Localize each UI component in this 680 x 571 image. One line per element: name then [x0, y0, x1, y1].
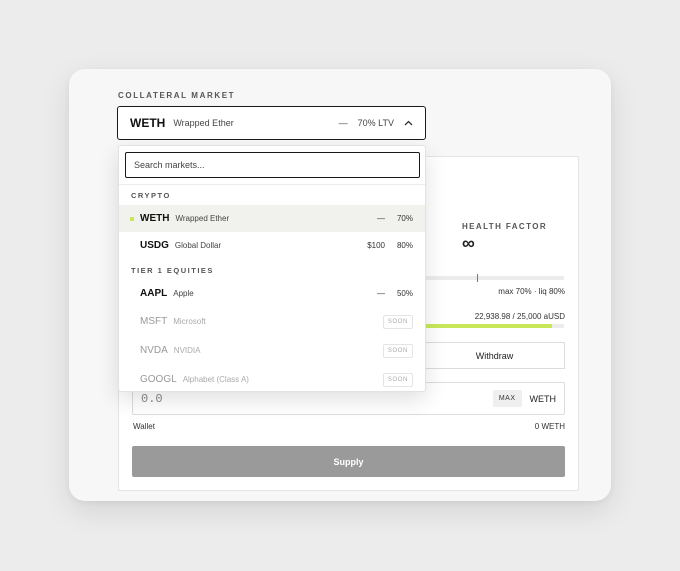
market-option-msft: MSFT Microsoft SOON — [119, 308, 425, 335]
wallet-label: Wallet — [133, 422, 155, 431]
amount-asset: WETH — [529, 393, 557, 404]
market-option-usdg[interactable]: USDG Global Dollar $100 80% — [119, 232, 425, 259]
borrow-limit-bar — [424, 324, 564, 328]
option-price: — — [377, 289, 385, 298]
supply-button[interactable]: Supply — [132, 446, 565, 477]
soon-badge: SOON — [382, 314, 413, 329]
option-symbol: USDG — [140, 240, 169, 251]
selected-market-ltv: 70% LTV — [357, 118, 394, 128]
search-markets-input[interactable]: Search markets... — [125, 152, 420, 178]
option-symbol: NVDA — [140, 345, 168, 356]
tab-withdraw[interactable]: Withdraw — [424, 342, 565, 369]
search-placeholder: Search markets... — [134, 160, 205, 170]
option-price: $100 — [367, 241, 385, 250]
option-name: Wrapped Ether — [175, 214, 230, 223]
chevron-up-icon[interactable] — [404, 118, 413, 129]
option-symbol: WETH — [140, 213, 170, 224]
soon-badge: SOON — [382, 343, 413, 358]
selected-market-price: — — [338, 118, 348, 128]
selected-market-name: Wrapped Ether — [173, 118, 234, 128]
group-label-tier1-equities: TIER 1 EQUITIES — [131, 266, 214, 275]
option-symbol: AAPL — [140, 288, 168, 299]
divider — [119, 184, 425, 185]
health-factor-value: ∞ — [462, 233, 475, 253]
option-price: — — [377, 214, 385, 223]
option-ltv: 50% — [396, 289, 413, 298]
square-dot-icon — [130, 216, 134, 221]
group-label-crypto: CRYPTO — [131, 191, 171, 200]
wallet-balance: 0 WETH — [534, 422, 565, 431]
soon-badge: SOON — [382, 372, 413, 387]
market-dropdown: Search markets... CRYPTO WETH Wrapped Et… — [118, 145, 426, 392]
market-option-weth[interactable]: WETH Wrapped Ether — 70% — [119, 205, 425, 232]
collateral-market-label: COLLATERAL MARKET — [118, 91, 236, 100]
selected-market-symbol: WETH — [130, 116, 166, 130]
amount-value[interactable]: 0.0 — [141, 392, 493, 406]
market-option-aapl[interactable]: AAPL Apple — 50% — [119, 280, 425, 307]
option-ltv: 80% — [396, 241, 413, 250]
option-name: Microsoft — [173, 317, 206, 326]
option-name: Alphabet (Class A) — [182, 375, 249, 384]
health-factor-label: HEALTH FACTOR — [462, 222, 548, 231]
max-button[interactable]: MAX — [492, 390, 522, 407]
borrow-limit-fill — [424, 324, 553, 328]
borrow-limit-caption: 22,938.98 / 25,000 aUSD — [474, 312, 565, 321]
collateral-market-select[interactable]: WETH Wrapped Ether — 70% LTV — [117, 106, 426, 140]
market-option-nvda: NVDA NVIDIA SOON — [119, 337, 425, 364]
option-name: Apple — [173, 289, 194, 298]
health-factor-caption: max 70% · liq 80% — [498, 287, 565, 296]
option-symbol: MSFT — [140, 316, 168, 327]
health-factor-bar — [424, 276, 564, 280]
liquidation-marker — [477, 274, 478, 282]
option-symbol: GOOGL — [140, 374, 177, 385]
option-name: Global Dollar — [174, 241, 222, 250]
option-name: NVIDIA — [173, 346, 201, 355]
option-ltv: 70% — [396, 214, 413, 223]
market-option-googl: GOOGL Alphabet (Class A) SOON — [119, 366, 425, 393]
